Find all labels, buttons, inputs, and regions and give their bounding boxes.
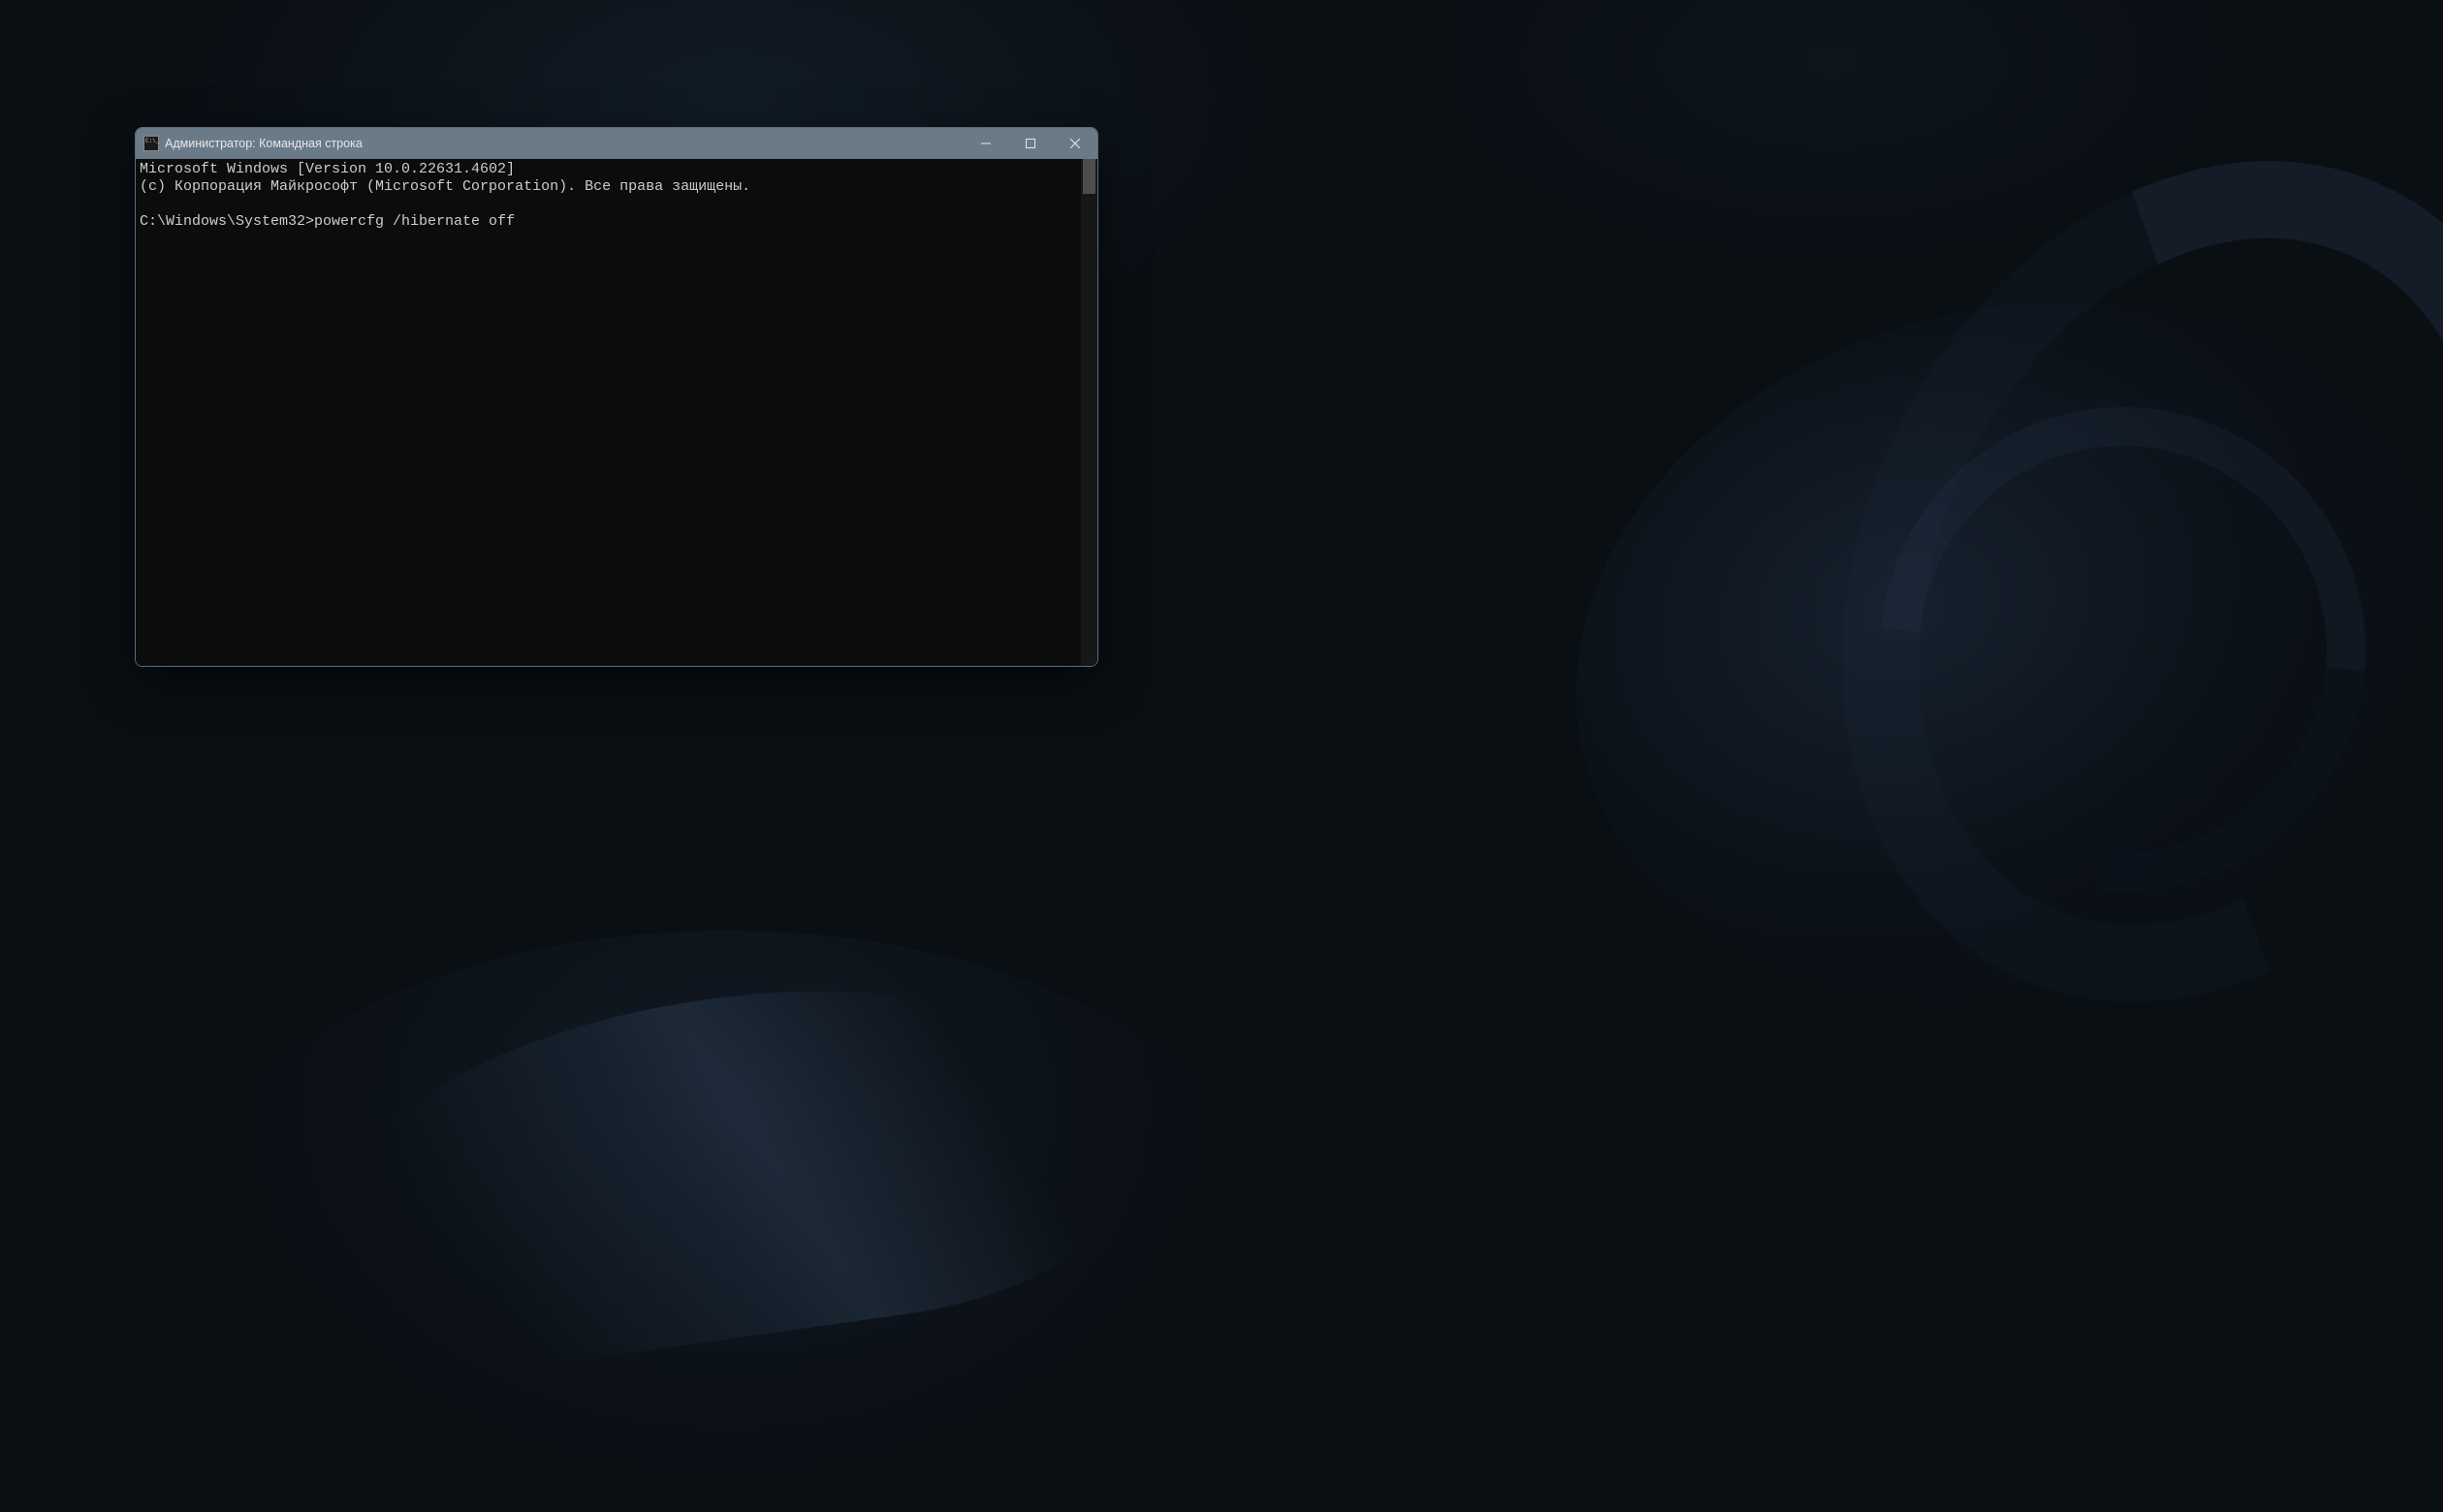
copyright-line: (c) Корпорация Майкрософт (Microsoft Cor… [140,178,750,195]
command-prompt-window: Администратор: Командная строка Microsof [135,127,1098,667]
titlebar[interactable]: Администратор: Командная строка [136,128,1097,159]
scrollbar-thumb[interactable] [1083,159,1095,194]
console-output: Microsoft Windows [Version 10.0.22631.46… [136,159,1097,233]
command-text: powercfg /hibernate off [314,213,515,230]
prompt-text: C:\Windows\System32> [140,213,314,230]
window-title: Администратор: Командная строка [165,137,363,150]
cmd-icon [143,136,159,151]
window-controls [964,128,1097,159]
close-button[interactable] [1053,128,1097,159]
maximize-icon [1026,139,1035,148]
maximize-button[interactable] [1008,128,1053,159]
close-icon [1070,139,1080,148]
console-body[interactable]: Microsoft Windows [Version 10.0.22631.46… [136,159,1097,666]
version-line: Microsoft Windows [Version 10.0.22631.46… [140,161,515,177]
scrollbar[interactable] [1081,159,1097,666]
minimize-icon [981,139,991,148]
minimize-button[interactable] [964,128,1008,159]
